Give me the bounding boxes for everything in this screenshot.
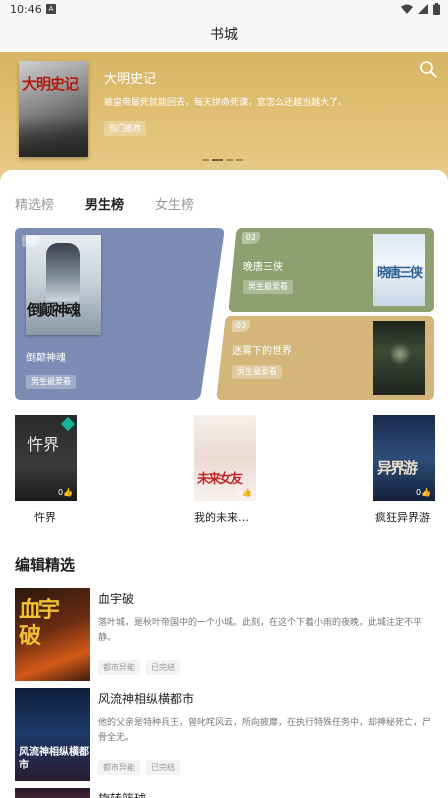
tab-female[interactable]: 女生榜	[155, 194, 194, 213]
ranking-tabs: 精选榜 男生榜 女生榜	[0, 188, 448, 231]
featured-book-2-cover-title: 未来女友	[197, 472, 243, 487]
tab-male[interactable]: 男生榜	[85, 194, 124, 213]
diamond-icon	[60, 416, 76, 432]
thumb-up-icon: 👍	[421, 488, 431, 497]
rank-2-cover[interactable]: 晓唐三侠	[373, 234, 425, 306]
page-title: 书城	[0, 20, 448, 52]
featured-book-3-cover[interactable]: 异界游 0👍	[373, 415, 435, 501]
search-icon[interactable]	[419, 60, 437, 78]
editor-pick-description: 落叶城，是秋叶帝国中的一个小城。此刻，在这个下着小雨的夜晚，此城注定不平静。	[98, 618, 423, 643]
editor-pick-cover[interactable]: 血宇破	[15, 588, 90, 681]
editor-pick-item[interactable]: 血宇破 血宇破 落叶城，是秋叶帝国中的一个小城。此刻，在这个下着小雨的夜晚，此城…	[15, 588, 435, 682]
carousel-indicator	[202, 159, 243, 161]
like-count: 0👍	[416, 488, 431, 497]
rank-1-cover-title: 倒颠神魂	[27, 301, 81, 319]
featured-book-2[interactable]: 未来女友 0👍 我的未来…	[194, 415, 256, 524]
thumb-up-icon: 👍	[242, 488, 252, 497]
featured-book-3-cover-title: 异界游	[377, 459, 418, 477]
editor-pick-title: 旋转篮球	[98, 790, 146, 798]
featured-book-3-title: 疯狂异界游	[375, 511, 430, 524]
editor-pick-cover[interactable]	[15, 788, 90, 798]
cover-artwork	[389, 343, 411, 365]
status-tag: 已完结	[146, 760, 180, 775]
genre-tag: 都市异能	[98, 660, 140, 675]
featured-book-1-cover-title: 忤界	[27, 435, 60, 454]
status-icons	[401, 3, 440, 18]
banner-tag: 热门推荐	[104, 121, 146, 136]
rank-2-cover-title: 晓唐三侠	[377, 266, 423, 281]
banner-cover-title: 大明史记	[22, 75, 79, 93]
rank-3-title: 迷雾下的世界	[232, 346, 292, 357]
rank-1-cover[interactable]: 倒颠神魂	[26, 235, 101, 335]
featured-book-2-cover[interactable]: 未来女友 0👍	[194, 415, 256, 501]
notification-icon: A	[46, 4, 56, 14]
banner-description: 被皇帝屡死就能回去，每天拼命死谏，官怎么还越当越大了。	[104, 98, 348, 108]
carousel-dot	[236, 159, 243, 161]
rank-card-1[interactable]: 倒颠神魂 01 倒颠神魂 男生最爱看	[15, 228, 225, 400]
editor-pick-title: 血宇破	[98, 592, 135, 606]
rank-3-cover[interactable]	[373, 321, 425, 395]
editor-pick-cover[interactable]: 风流神相纵横都市	[15, 688, 90, 781]
status-time: 10:46	[10, 3, 42, 16]
featured-book-1-title: 忤界	[34, 511, 56, 524]
cover-artwork	[46, 243, 80, 301]
tab-featured[interactable]: 精选榜	[15, 194, 54, 213]
featured-book-3[interactable]: 异界游 0👍 疯狂异界游	[373, 415, 435, 524]
editor-picks-heading: 编辑精选	[15, 556, 76, 574]
status-tag: 已完结	[146, 660, 180, 675]
like-count: 0👍	[237, 488, 252, 497]
featured-book-2-title: 我的未来…	[194, 511, 249, 524]
battery-icon	[433, 3, 440, 18]
thumb-up-icon: 👍	[63, 488, 73, 497]
content-panel: 精选榜 男生榜 女生榜 倒颠神魂 01 倒颠神魂 男生最爱看 02 晚唐三侠 男…	[0, 170, 448, 798]
editor-pick-tags: 都市异能 已完结	[98, 760, 180, 775]
rank-card-3[interactable]: 03 迷雾下的世界 男生最爱看	[216, 316, 434, 400]
rank-2-tag: 男生最爱看	[243, 280, 293, 294]
rank-card-2[interactable]: 02 晚唐三侠 男生最爱看 晓唐三侠	[228, 228, 434, 312]
banner-book-cover[interactable]: 大明史记	[19, 61, 88, 157]
editor-pick-cover-title: 血宇破	[19, 598, 60, 649]
genre-tag: 都市异能	[98, 760, 140, 775]
rank-1-title: 倒颠神魂	[26, 353, 66, 364]
featured-book-1-cover[interactable]: 忤界 0👍	[15, 415, 77, 501]
signal-icon	[418, 4, 428, 17]
wifi-icon	[401, 4, 413, 17]
carousel-dot	[226, 159, 233, 161]
editor-pick-item[interactable]: 风流神相纵横都市 风流神相纵横都市 他的父亲是特种兵王，曾叱咤风云，所向披靡，在…	[15, 688, 435, 782]
rank-1-tag: 男生最爱看	[26, 375, 76, 389]
featured-book-1[interactable]: 忤界 0👍 忤界	[15, 415, 77, 524]
editor-pick-cover-title: 风流神相纵横都市	[19, 747, 89, 771]
banner-book-title[interactable]: 大明史记	[104, 68, 156, 87]
editor-pick-description: 他的父亲是特种兵王，曾叱咤风云，所向披靡，在执行特殊任务中，却神秘死亡，尸骨全无…	[98, 718, 432, 743]
like-count: 0👍	[58, 488, 73, 497]
editor-pick-title: 风流神相纵横都市	[98, 692, 195, 706]
cover-artwork	[19, 117, 88, 157]
carousel-dot-active	[212, 159, 223, 161]
carousel-dot	[202, 159, 209, 161]
rank-3-tag: 男生最爱看	[232, 365, 282, 379]
rank-2-title: 晚唐三侠	[243, 262, 283, 273]
editor-pick-item[interactable]: 旋转篮球	[15, 788, 435, 798]
editor-pick-tags: 都市异能 已完结	[98, 660, 180, 675]
banner-carousel[interactable]: 大明史记 大明史记 被皇帝屡死就能回去，每天拼命死谏，官怎么还越当越大了。 热门…	[0, 52, 448, 184]
status-bar: 10:46 A	[0, 0, 448, 20]
